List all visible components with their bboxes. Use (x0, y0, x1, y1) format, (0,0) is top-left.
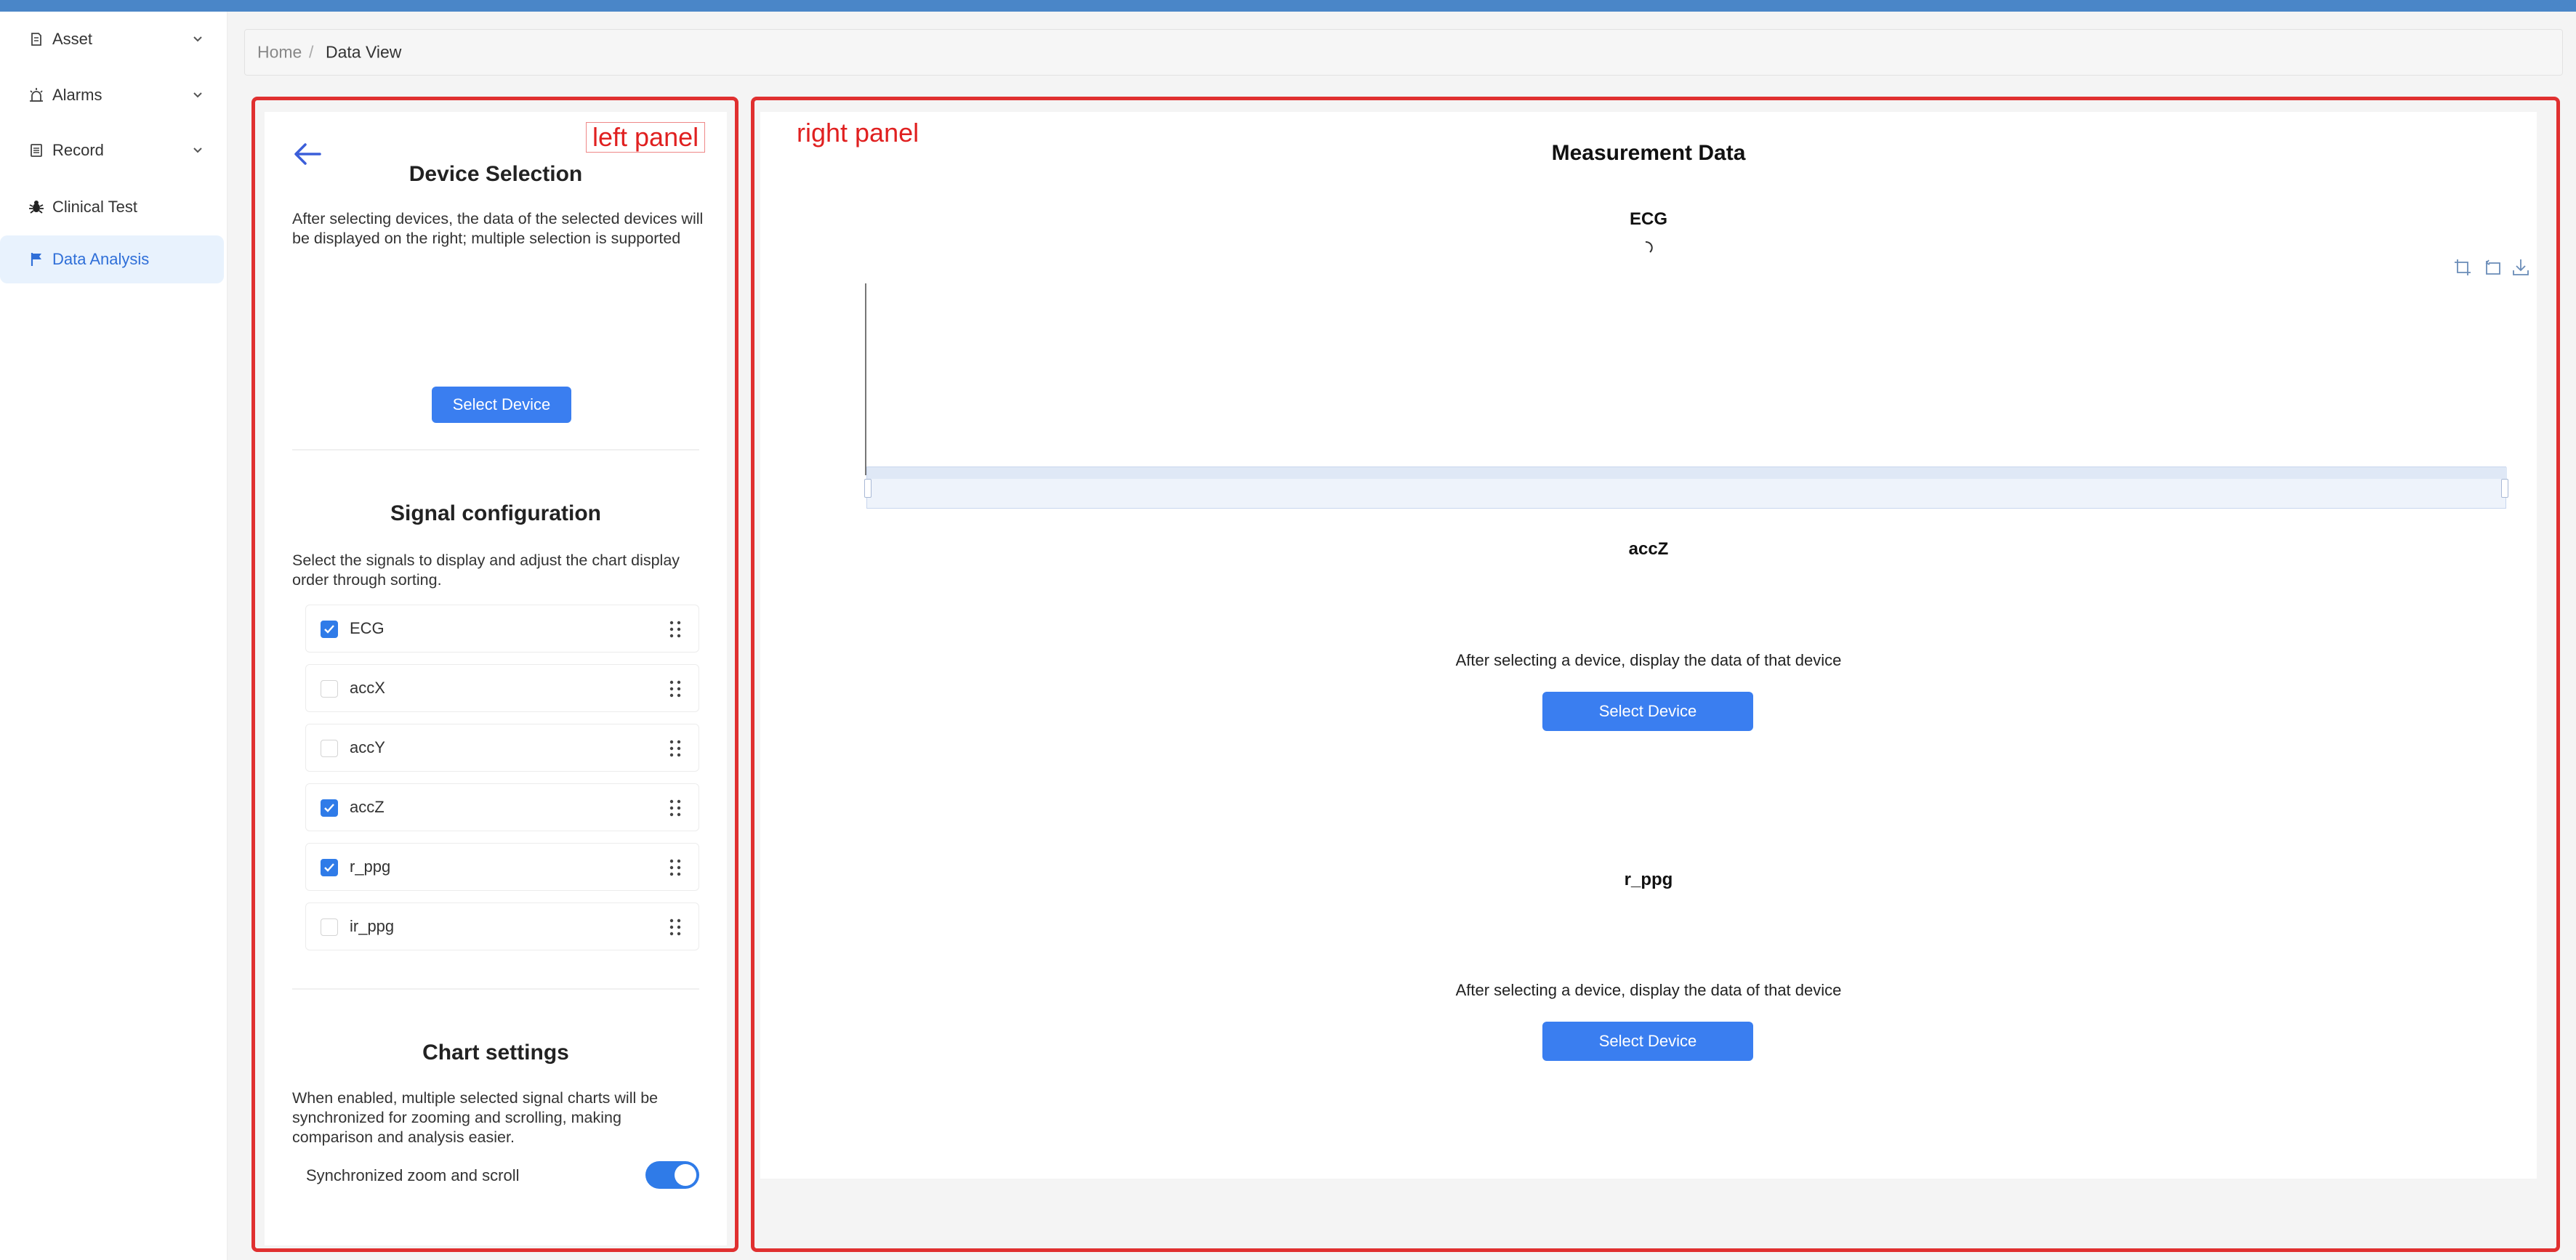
left-panel-annotation-label: left panel (586, 122, 706, 153)
zoom-reset-icon[interactable] (2482, 257, 2502, 278)
asset-icon (28, 31, 45, 48)
left-panel: Device Selection After selecting devices… (265, 112, 727, 1245)
drag-handle-icon[interactable] (667, 857, 684, 878)
signal-item-r-ppg[interactable]: r_ppg (305, 843, 699, 891)
chevron-down-icon (193, 36, 202, 42)
right-panel-annotation-label: right panel (797, 118, 919, 148)
chevron-down-icon (193, 148, 202, 153)
signal-name: ECG (350, 619, 385, 637)
select-device-button[interactable]: Select Device (1542, 1022, 1753, 1061)
signal-item-ir-ppg[interactable]: ir_ppg (305, 902, 699, 950)
divider (292, 449, 699, 451)
loading-spinner-icon (1645, 241, 1653, 253)
signal-item-accy[interactable]: accY (305, 724, 699, 772)
signal-name: accX (350, 679, 385, 697)
sync-zoom-toggle[interactable] (645, 1161, 699, 1189)
sidebar: Asset Alarms Record Clinical Test Data A… (0, 12, 228, 1260)
drag-handle-icon[interactable] (667, 679, 684, 699)
zoom-select-icon[interactable] (2452, 257, 2473, 278)
breadcrumb-home[interactable]: Home (257, 43, 302, 62)
signal-configuration-title: Signal configuration (390, 501, 601, 525)
device-selection-description: After selecting devices, the data of the… (292, 210, 704, 247)
signal-name: accZ (350, 798, 385, 816)
right-panel: Measurement Data ECG accZ After selectin… (760, 112, 2537, 1179)
datazoom-left-handle[interactable] (864, 479, 872, 498)
record-icon (28, 142, 45, 159)
chart-title-accz: accZ (1628, 539, 1669, 559)
device-selection-title: Device Selection (408, 162, 583, 186)
toggle-knob (675, 1164, 696, 1186)
drag-handle-icon[interactable] (667, 798, 684, 818)
download-icon[interactable] (2511, 257, 2531, 278)
sidebar-item-clinical-test[interactable]: Clinical Test (0, 183, 224, 231)
drag-handle-icon[interactable] (667, 917, 684, 937)
checkbox[interactable] (321, 621, 338, 638)
chevron-down-icon (193, 92, 202, 98)
checkbox[interactable] (321, 740, 338, 757)
signal-item-accx[interactable]: accX (305, 664, 699, 712)
sidebar-item-alarms[interactable]: Alarms (0, 71, 224, 119)
sidebar-item-record[interactable]: Record (0, 126, 224, 174)
signal-name: accY (350, 738, 385, 756)
chart-settings-description: When enabled, multiple selected signal c… (292, 1089, 659, 1146)
signal-configuration-description: Select the signals to display and adjust… (292, 552, 680, 589)
breadcrumb-current: Data View (326, 42, 402, 62)
checkbox[interactable] (321, 859, 338, 876)
checkbox[interactable] (321, 799, 338, 817)
signal-name: r_ppg (350, 857, 391, 876)
sidebar-item-data-analysis[interactable]: Data Analysis (0, 235, 224, 283)
sidebar-item-label: Record (52, 141, 104, 159)
chart-settings-title: Chart settings (422, 1041, 569, 1065)
bug-icon (28, 198, 45, 216)
top-bar (0, 0, 2576, 12)
chart-y-axis (865, 283, 866, 475)
alarm-icon (28, 86, 45, 104)
signal-item-ecg[interactable]: ECG (305, 605, 699, 653)
datazoom-right-handle[interactable] (2501, 479, 2508, 498)
breadcrumb: Home / Data View (244, 29, 2563, 76)
sidebar-item-label: Asset (52, 30, 93, 48)
signal-item-accz[interactable]: accZ (305, 783, 699, 831)
divider (292, 988, 699, 990)
sidebar-item-label: Alarms (52, 86, 102, 104)
chart-title-ecg: ECG (1629, 209, 1667, 229)
empty-chart-message: After selecting a device, display the da… (1455, 651, 1842, 669)
empty-chart-message: After selecting a device, display the da… (1455, 981, 1842, 999)
datazoom-track (867, 467, 2507, 479)
signal-name: ir_ppg (350, 917, 395, 935)
checkbox[interactable] (321, 918, 338, 936)
select-device-button[interactable]: Select Device (432, 387, 571, 423)
chart-title-r-ppg: r_ppg (1624, 870, 1673, 889)
sidebar-item-label: Data Analysis (52, 250, 150, 268)
drag-handle-icon[interactable] (667, 619, 684, 639)
sidebar-item-asset[interactable]: Asset (0, 15, 224, 63)
measurement-data-title: Measurement Data (1551, 141, 1746, 165)
drag-handle-icon[interactable] (667, 738, 684, 759)
select-device-button[interactable]: Select Device (1542, 692, 1753, 731)
checkbox[interactable] (321, 680, 338, 698)
sidebar-item-label: Clinical Test (52, 198, 137, 216)
flag-icon (28, 251, 45, 268)
datazoom-slider[interactable] (864, 467, 2508, 509)
breadcrumb-separator: / (309, 42, 314, 62)
